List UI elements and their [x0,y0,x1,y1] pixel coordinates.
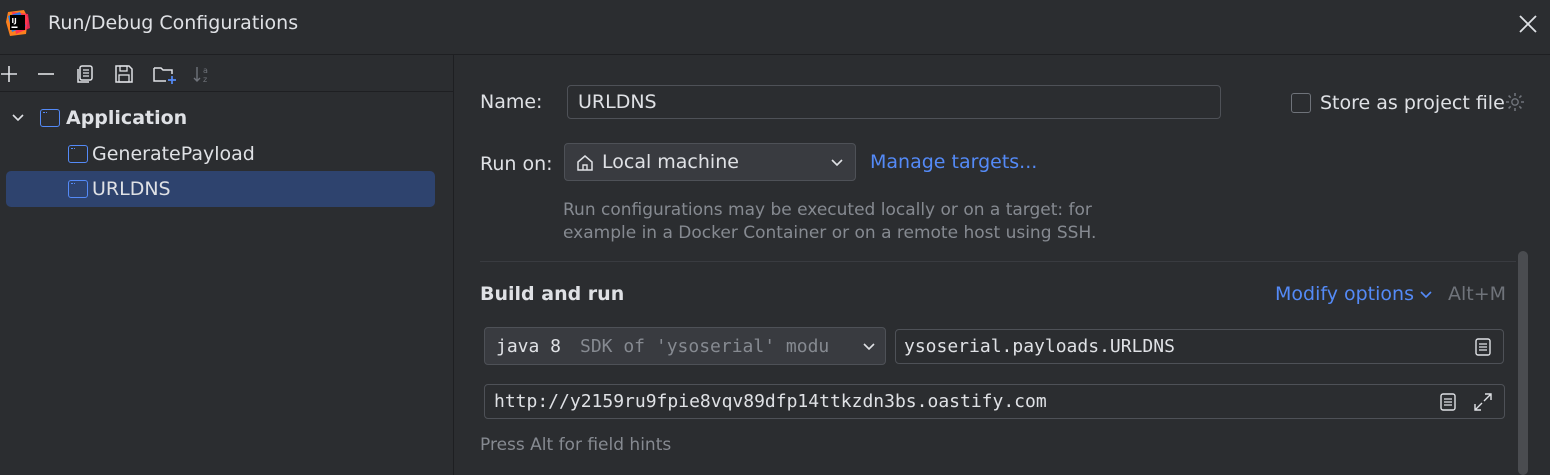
application-icon [40,109,60,127]
svg-text:IJ: IJ [12,17,17,25]
tree-item-label: URLDNS [92,178,171,200]
svg-text:z: z [203,75,207,84]
run-on-label: Run on: [480,153,553,175]
section-divider [480,261,1516,262]
program-arguments-value: http://y2159ru9fpie8vqv89dfp14ttkzdn3bs.… [494,391,1047,412]
jdk-dropdown[interactable]: java 8 SDK of 'ysoserial' modu [484,327,886,365]
add-icon[interactable] [0,63,20,85]
jdk-version: java 8 [496,335,562,357]
chevron-down-icon[interactable] [10,111,26,125]
tree-group-application[interactable]: Application [0,100,453,136]
store-as-project-file-label: Store as project file [1320,92,1505,114]
browse-list-icon[interactable] [1473,337,1493,357]
tree-item-label: GeneratePayload [92,143,255,165]
tree-group-label: Application [66,107,188,129]
application-icon [68,180,88,198]
run-on-hint-line-2: example in a Docker Container or on a re… [563,223,1097,243]
close-icon[interactable] [1516,12,1540,36]
chevron-down-icon [863,343,875,351]
modify-options-link[interactable]: Modify options [1275,283,1414,305]
main-class-value: ysoserial.payloads.URLDNS [904,336,1175,357]
sort-alphabetically-icon[interactable]: a z [192,63,214,85]
vertical-scrollbar[interactable] [1518,251,1528,475]
name-field-value: URLDNS [578,91,657,113]
run-on-dropdown[interactable]: Local machine [564,143,856,181]
name-field[interactable]: URLDNS [567,85,1221,119]
new-folder-icon[interactable] [152,63,178,85]
home-icon [577,155,593,171]
run-on-hint-line-1: Run configurations may be executed local… [563,200,1092,220]
expand-icon[interactable] [1472,391,1494,413]
save-icon[interactable] [113,63,135,85]
tree-item-urldns[interactable]: URLDNS [6,171,435,207]
remove-icon[interactable] [35,63,57,85]
copy-icon[interactable] [74,63,96,85]
svg-text:a: a [203,66,208,75]
window-title: Run/Debug Configurations [48,12,299,34]
tree-item-generatepayload[interactable]: GeneratePayload [0,136,453,172]
application-icon [68,145,88,163]
configurations-panel: a z Application GeneratePayload URLDNS [0,55,454,475]
manage-targets-link[interactable]: Manage targets... [870,151,1037,173]
browse-list-icon[interactable] [1438,392,1458,412]
program-arguments-field[interactable]: http://y2159ru9fpie8vqv89dfp14ttkzdn3bs.… [484,384,1505,419]
jdk-module-hint: SDK of 'ysoserial' modu [580,335,830,357]
configuration-editor: Name: URLDNS Store as project file Run o… [454,55,1550,475]
modify-options-shortcut: Alt+M [1448,283,1507,305]
intellij-logo-icon: IJ [6,10,30,36]
configurations-toolbar: a z [0,55,453,92]
build-and-run-title: Build and run [480,283,625,305]
main-class-field[interactable]: ysoserial.payloads.URLDNS [895,329,1504,364]
run-on-value: Local machine [602,151,739,173]
chevron-down-icon[interactable] [1418,288,1434,302]
store-as-project-file-checkbox[interactable] [1291,93,1311,113]
name-label: Name: [480,91,543,113]
chevron-down-icon [831,159,843,167]
title-bar: IJ Run/Debug Configurations [0,0,1550,55]
field-hints-text: Press Alt for field hints [480,435,672,455]
gear-icon[interactable] [1504,91,1526,113]
